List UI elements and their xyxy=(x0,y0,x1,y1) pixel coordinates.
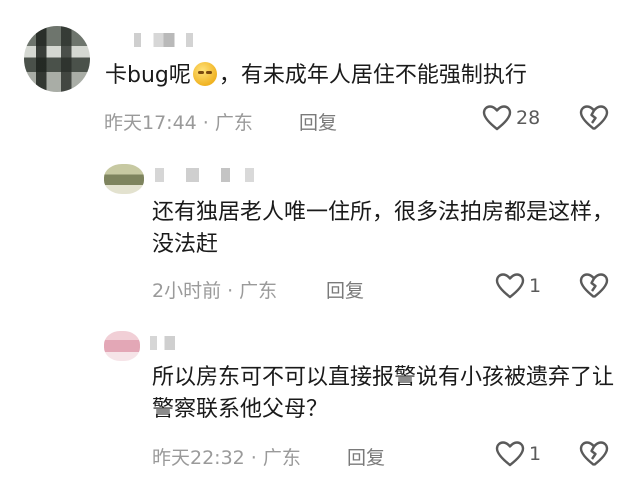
like-count: 28 xyxy=(516,107,541,129)
reply-button[interactable]: 回复 xyxy=(347,443,385,470)
comment-region: 广东 xyxy=(262,447,301,469)
avatar[interactable] xyxy=(104,164,144,194)
username-blurred[interactable] xyxy=(150,336,186,350)
like-count: 1 xyxy=(529,275,542,297)
avatar[interactable] xyxy=(24,26,90,92)
username-blurred[interactable] xyxy=(134,33,204,47)
comment-text: 所以房东可不可以直接报警说有小孩被遗弃了让警察联系他父母？ xyxy=(152,365,615,422)
separator: · xyxy=(227,280,234,302)
like-button[interactable]: 1 xyxy=(495,440,541,468)
comment-time: 昨天17:44 xyxy=(104,112,197,134)
like-count: 1 xyxy=(529,443,542,465)
separator: · xyxy=(250,447,257,469)
comment-text-start: 卡bug呢 xyxy=(105,63,191,88)
like-button[interactable]: 1 xyxy=(495,272,541,300)
dislike-broken-heart-icon[interactable] xyxy=(579,440,609,468)
reply-button[interactable]: 回复 xyxy=(326,276,364,303)
heart-icon xyxy=(482,105,512,131)
reply-button[interactable]: 回复 xyxy=(299,108,337,135)
comment-text: 还有独居老人唯一住所，很多法拍房都是这样，没法赶 xyxy=(152,200,615,257)
comment-meta: 昨天22:32 · 广东 xyxy=(152,443,301,470)
username-blurred[interactable] xyxy=(155,168,265,182)
comment-meta: 昨天17:44 · 广东 xyxy=(104,108,253,135)
heart-icon xyxy=(495,273,525,299)
dislike-broken-heart-icon[interactable] xyxy=(579,104,609,132)
separator: · xyxy=(202,112,209,134)
like-button[interactable]: 28 xyxy=(482,104,540,132)
comment-meta: 2小时前 · 广东 xyxy=(152,276,277,303)
emoji-icon xyxy=(192,62,217,86)
heart-icon xyxy=(495,441,525,467)
comment-time: 昨天22:32 xyxy=(152,447,245,469)
dislike-broken-heart-icon[interactable] xyxy=(579,272,609,300)
comment-region: 广东 xyxy=(214,112,253,134)
comment-region: 广东 xyxy=(239,280,278,302)
comment-time: 2小时前 xyxy=(152,280,222,302)
comment-text-end: ，有未成年人居住不能强制执行 xyxy=(218,63,527,88)
comment-text: 卡bug呢 ，有未成年人居住不能强制执行 xyxy=(105,60,527,92)
avatar[interactable] xyxy=(104,331,140,361)
